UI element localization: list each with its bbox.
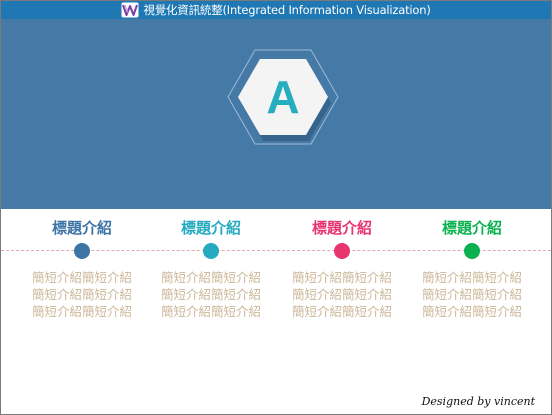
column-title: 標題介紹 [441,219,502,237]
timeline-dot [74,243,90,259]
hexagon-letter: A [266,71,300,123]
timeline-dot [464,243,480,259]
description-line: 簡短介紹簡短介紹 [31,287,132,302]
description-line: 簡短介紹簡短介紹 [421,270,522,285]
description-line: 簡短介紹簡短介紹 [31,270,132,285]
description-line: 簡短介紹簡短介紹 [291,304,392,319]
column-description: 簡短介紹簡短介紹 簡短介紹簡短介紹 簡短介紹簡短介紹 [412,269,532,320]
info-column-3: 標題介紹 簡短介紹簡短介紹 簡短介紹簡短介紹 簡短介紹簡短介紹 [282,217,402,319]
hero-banner: A [1,19,551,209]
timeline-dot [334,243,350,259]
hexagon-badge: A [227,48,339,146]
description-line: 簡短介紹簡短介紹 [31,304,132,319]
slide-frame: 視覺化資訊統整(Integrated Information Visualiza… [0,0,552,415]
column-title: 標題介紹 [180,219,241,237]
description-line: 簡短介紹簡短介紹 [421,287,522,302]
info-column-1: 標題介紹 簡短介紹簡短介紹 簡短介紹簡短介紹 簡短介紹簡短介紹 [22,217,142,319]
timeline-dot [203,243,219,259]
description-line: 簡短介紹簡短介紹 [160,304,261,319]
info-column-4: 標題介紹 簡短介紹簡短介紹 簡短介紹簡短介紹 簡短介紹簡短介紹 [412,217,532,319]
column-description: 簡短介紹簡短介紹 簡短介紹簡短介紹 簡短介紹簡短介紹 [282,269,402,320]
column-title: 標題介紹 [311,219,372,237]
logo-icon [121,2,139,18]
column-description: 簡短介紹簡短介紹 簡短介紹簡短介紹 簡短介紹簡短介紹 [22,269,142,320]
description-line: 簡短介紹簡短介紹 [421,304,522,319]
info-column-2: 標題介紹 簡短介紹簡短介紹 簡短介紹簡短介紹 簡短介紹簡短介紹 [151,217,271,319]
column-title: 標題介紹 [51,219,112,237]
description-line: 簡短介紹簡短介紹 [291,270,392,285]
title-bar: 視覺化資訊統整(Integrated Information Visualiza… [1,1,551,19]
description-line: 簡短介紹簡短介紹 [160,287,261,302]
page-title: 視覺化資訊統整(Integrated Information Visualiza… [143,3,431,17]
designer-credit: Designed by vincent [421,395,535,408]
description-line: 簡短介紹簡短介紹 [291,287,392,302]
column-description: 簡短介紹簡短介紹 簡短介紹簡短介紹 簡短介紹簡短介紹 [151,269,271,320]
description-line: 簡短介紹簡短介紹 [160,270,261,285]
